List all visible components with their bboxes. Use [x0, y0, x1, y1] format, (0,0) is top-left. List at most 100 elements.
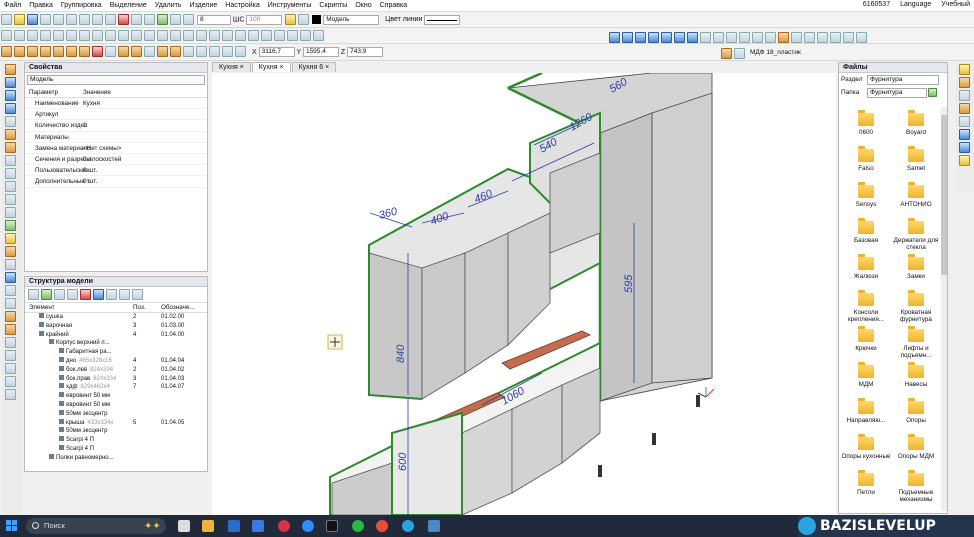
tree-row[interactable]: сушка 2 01.02.00 [25, 313, 207, 322]
layer-tool-icon[interactable] [313, 30, 324, 41]
tree-row[interactable]: евровинт 50 мм [25, 392, 207, 401]
folder-tile[interactable]: Falso [841, 146, 891, 172]
tree-row[interactable]: бок.прав 824x334 3 01.04.03 [25, 374, 207, 384]
solid-icon[interactable] [5, 142, 16, 153]
move-icon[interactable] [5, 259, 16, 270]
tree-row[interactable]: хдф 829x462x4 7 01.04.07 [25, 383, 207, 392]
cone-icon[interactable] [183, 46, 194, 57]
folder-tile[interactable]: Sensys [841, 182, 891, 208]
edge-icon[interactable] [5, 194, 16, 205]
tree-move-icon[interactable] [54, 289, 65, 300]
copy-icon[interactable] [66, 14, 77, 25]
tree-row[interactable]: 50мм эксцентр [25, 409, 207, 419]
tree-row[interactable]: 50мм эксцентр [25, 427, 207, 436]
calculator-icon[interactable] [252, 520, 264, 532]
line-tool-icon[interactable] [1, 30, 12, 41]
extrusion-icon[interactable] [66, 46, 77, 57]
zoom-view-icon[interactable] [5, 376, 16, 387]
circle-tool-icon[interactable] [40, 30, 51, 41]
windows-start-icon[interactable] [6, 520, 18, 532]
folder-tile[interactable]: Замки [891, 254, 941, 280]
layer-input[interactable]: 100 [246, 14, 283, 25]
menu-item[interactable]: Скрипты [315, 0, 351, 12]
menu-item[interactable]: Выделение [106, 0, 151, 12]
frame-icon[interactable] [5, 181, 16, 192]
new-file-icon[interactable] [1, 14, 12, 25]
sigma-icon[interactable] [959, 116, 970, 127]
orbit-icon[interactable] [765, 32, 776, 43]
files-scrollbar[interactable] [941, 107, 947, 511]
fastener-icon[interactable] [92, 46, 103, 57]
property-row[interactable]: Сечения и разрезы 0 плоскостей [25, 154, 207, 166]
view-bottom-icon[interactable] [674, 32, 685, 43]
library-icon[interactable] [959, 77, 970, 88]
select-group-icon[interactable] [5, 103, 16, 114]
tree-cut-icon[interactable] [67, 289, 78, 300]
folder-tile[interactable]: 0600 [841, 110, 891, 136]
current-material[interactable]: МДФ 18_пластик [748, 49, 836, 59]
tree-row[interactable]: варочная 3 01.03.00 [25, 321, 207, 331]
settings-icon[interactable] [298, 14, 310, 25]
menu-right-item[interactable]: Language [900, 1, 931, 8]
tree-row[interactable]: крыша 433x334x 5 01.04.05 [25, 418, 207, 428]
mirror-tool-icon[interactable] [131, 30, 142, 41]
material-select[interactable]: Модель [323, 14, 380, 25]
ortho-icon[interactable] [131, 14, 142, 25]
folder-tile[interactable]: Лифты и подъемн... [891, 326, 941, 359]
tab-kitchen-6[interactable]: Кухня 6 × [291, 62, 337, 72]
grid-view-icon[interactable] [5, 389, 16, 400]
folder-tile[interactable]: Boyard [891, 110, 941, 136]
tree-row[interactable]: Полки равномерно... [25, 453, 207, 463]
zoom-in-icon[interactable] [700, 32, 711, 43]
folder-tile[interactable]: Опоры МДМ [891, 434, 941, 460]
property-value[interactable]: 0 шт. [83, 165, 97, 175]
store-icon[interactable] [228, 520, 240, 532]
arc-tool-icon[interactable] [53, 30, 64, 41]
material-folder-icon[interactable] [721, 48, 732, 59]
join-tool-icon[interactable] [235, 30, 246, 41]
check-icon[interactable] [5, 220, 16, 231]
print-icon[interactable] [40, 14, 51, 25]
property-row[interactable]: Количество издел 1 [25, 120, 207, 132]
texture-panel-icon[interactable] [959, 103, 970, 114]
menu-item[interactable]: Справка [376, 0, 411, 12]
z-coord-input[interactable]: 743,9 [347, 47, 384, 57]
cube-icon[interactable] [5, 168, 16, 179]
light-icon[interactable] [856, 32, 867, 43]
book-icon[interactable] [959, 90, 970, 101]
view-back-icon[interactable] [622, 32, 633, 43]
tree-list-icon[interactable] [119, 289, 130, 300]
trim-tool-icon[interactable] [157, 30, 168, 41]
zoom-window-icon[interactable] [726, 32, 737, 43]
select-icon[interactable] [5, 64, 16, 75]
extend-tool-icon[interactable] [170, 30, 181, 41]
select-panel-icon[interactable] [5, 77, 16, 88]
folder-tile[interactable]: Держатели для стекла [891, 218, 941, 251]
tree-row[interactable]: бок.лев 824x334 2 01.04.02 [25, 365, 207, 375]
save-icon[interactable] [27, 14, 38, 25]
view-iso-icon[interactable] [687, 32, 698, 43]
folder-tile[interactable]: Жалюзи [841, 254, 891, 280]
folder-select[interactable]: Фурнитура [867, 87, 927, 98]
box-select-icon[interactable] [5, 129, 16, 140]
cylinder-icon[interactable] [170, 46, 181, 57]
x-coord-input[interactable]: 3116,7 [258, 47, 295, 57]
menu-item[interactable]: Файл [0, 0, 25, 12]
property-row[interactable]: Замена материало <Нет схемы> [25, 143, 207, 154]
tree-row[interactable]: Scarpi 4 П [25, 436, 207, 445]
folder-tile[interactable]: Консоли крепления... [841, 290, 891, 323]
section-icon[interactable] [843, 32, 854, 43]
scale-tool-icon[interactable] [261, 30, 272, 41]
render-icon[interactable] [778, 32, 789, 43]
tree-add-icon[interactable] [41, 289, 52, 300]
rotate-view-icon[interactable] [5, 116, 16, 127]
property-row[interactable]: Наименование Кухня [25, 98, 207, 110]
view-right-icon[interactable] [648, 32, 659, 43]
rotation-body-icon[interactable] [79, 46, 90, 57]
menu-item[interactable]: Окно [351, 0, 375, 12]
menu-item[interactable]: Удалить [151, 0, 186, 12]
magnet-icon[interactable] [118, 14, 129, 25]
texture-icon[interactable] [5, 311, 16, 322]
measure-icon[interactable] [170, 14, 181, 25]
rectangle-tool-icon[interactable] [27, 30, 38, 41]
